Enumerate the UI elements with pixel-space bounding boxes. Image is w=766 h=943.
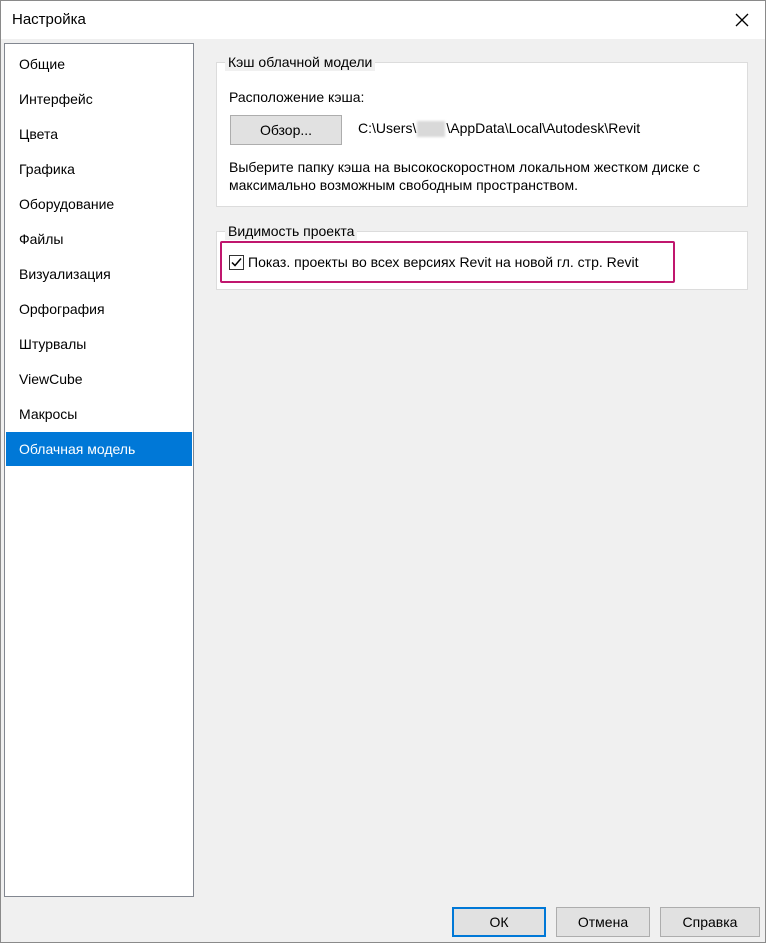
settings-dialog: Настройка Общие Интерфейс Цвета Графика … [0,0,766,943]
ok-button[interactable]: ОК [452,907,546,937]
cache-path-suffix: \AppData\Local\Autodesk\Revit [446,120,641,136]
sidebar-item-rendering[interactable]: Визуализация [6,257,192,291]
sidebar-item-viewcube[interactable]: ViewCube [6,362,192,396]
close-icon [735,13,749,27]
cache-location-label: Расположение кэша: [229,89,365,105]
cache-path-prefix: C:\Users\ [358,120,417,136]
show-projects-label[interactable]: Показ. проекты во всех версиях Revit на … [248,254,639,270]
sidebar-item-graphics[interactable]: Графика [6,152,192,186]
sidebar-item-hardware[interactable]: Оборудование [6,187,192,221]
cloud-cache-group-title: Кэш облачной модели [225,53,376,71]
help-button[interactable]: Справка [660,907,760,937]
sidebar-item-files[interactable]: Файлы [6,222,192,256]
dialog-title: Настройка [12,11,86,28]
cache-hint-line2: максимально возможным свободным простран… [229,177,578,193]
settings-category-list: Общие Интерфейс Цвета Графика Оборудован… [4,43,194,897]
checkmark-icon [231,258,242,267]
sidebar-item-colors[interactable]: Цвета [6,117,192,151]
show-projects-checkbox[interactable] [229,255,244,270]
redacted-username [417,121,446,138]
sidebar-item-spelling[interactable]: Орфография [6,292,192,326]
cache-hint-line1: Выберите папку кэша на высокоскоростном … [229,159,700,175]
sidebar-item-macros[interactable]: Макросы [6,397,192,431]
cancel-button[interactable]: Отмена [556,907,650,937]
title-bar: Настройка [1,1,765,39]
sidebar-item-steeringwheels[interactable]: Штурвалы [6,327,192,361]
sidebar-item-interface[interactable]: Интерфейс [6,82,192,116]
browse-button[interactable]: Обзор... [230,115,342,145]
sidebar-item-general[interactable]: Общие [6,47,192,81]
project-visibility-group-title: Видимость проекта [225,222,358,240]
sidebar-item-cloud-model[interactable]: Облачная модель [6,432,192,466]
close-button[interactable] [719,1,765,39]
cache-path: C:\Users\ \AppData\Local\Autodesk\Revit [358,120,641,138]
